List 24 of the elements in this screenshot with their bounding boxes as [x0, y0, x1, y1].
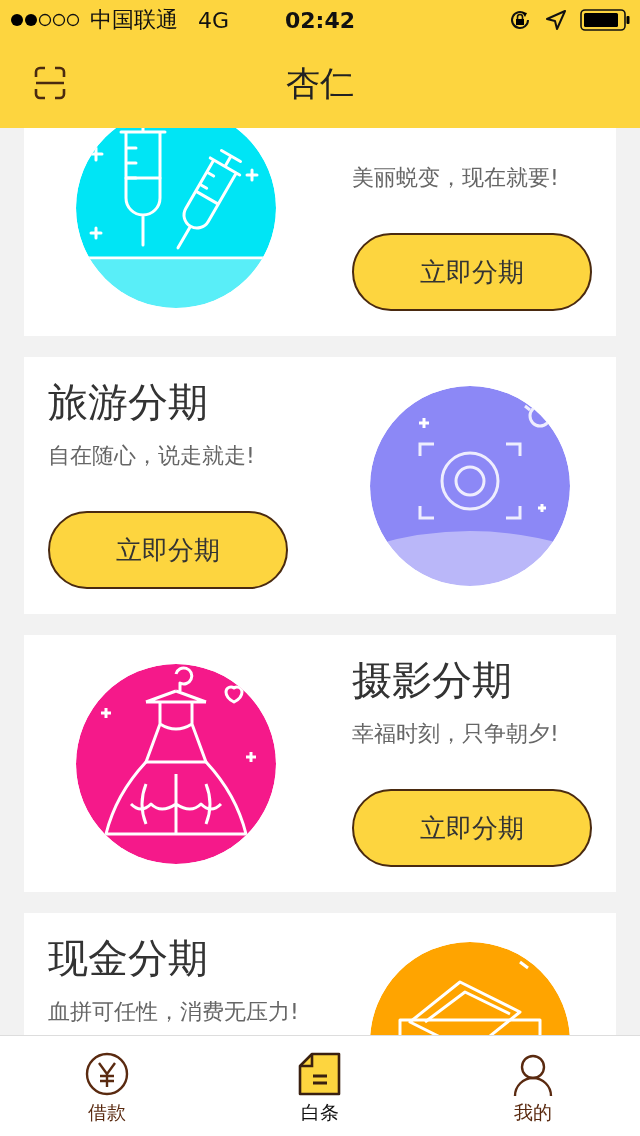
carrier-name: 中国联通	[90, 6, 178, 34]
yen-icon	[84, 1052, 129, 1096]
installment-button[interactable]: 立即分期	[352, 233, 592, 311]
scan-icon[interactable]	[34, 66, 66, 100]
tab-item[interactable]: 我的	[426, 1036, 640, 1136]
signal-icon	[10, 13, 82, 27]
installment-button[interactable]: 立即分期	[48, 511, 288, 589]
card-title: 摄影分期	[352, 657, 513, 703]
installment-button[interactable]: 立即分期	[352, 789, 592, 867]
card-subtitle: 幸福时刻，只争朝夕!	[352, 720, 560, 748]
status-time: 02:42	[285, 7, 355, 33]
tab-item[interactable]: 白条	[213, 1036, 427, 1136]
card-title: 现金分期	[48, 935, 209, 981]
rotation-lock-icon	[508, 8, 532, 32]
card-title: 旅游分期	[48, 379, 209, 425]
note-icon	[298, 1052, 342, 1096]
page-title: 杏仁	[286, 62, 354, 105]
network-type: 4G	[198, 7, 230, 33]
card-subtitle: 血拼可任性，消费无压力!	[48, 998, 300, 1026]
tab-item[interactable]: 借款	[0, 1036, 214, 1136]
battery-icon	[580, 9, 630, 31]
location-arrow-icon	[546, 10, 566, 30]
card-subtitle: 美丽蜕变，现在就要!	[352, 164, 560, 192]
card-subtitle: 自在随心，说走就走!	[48, 442, 256, 470]
